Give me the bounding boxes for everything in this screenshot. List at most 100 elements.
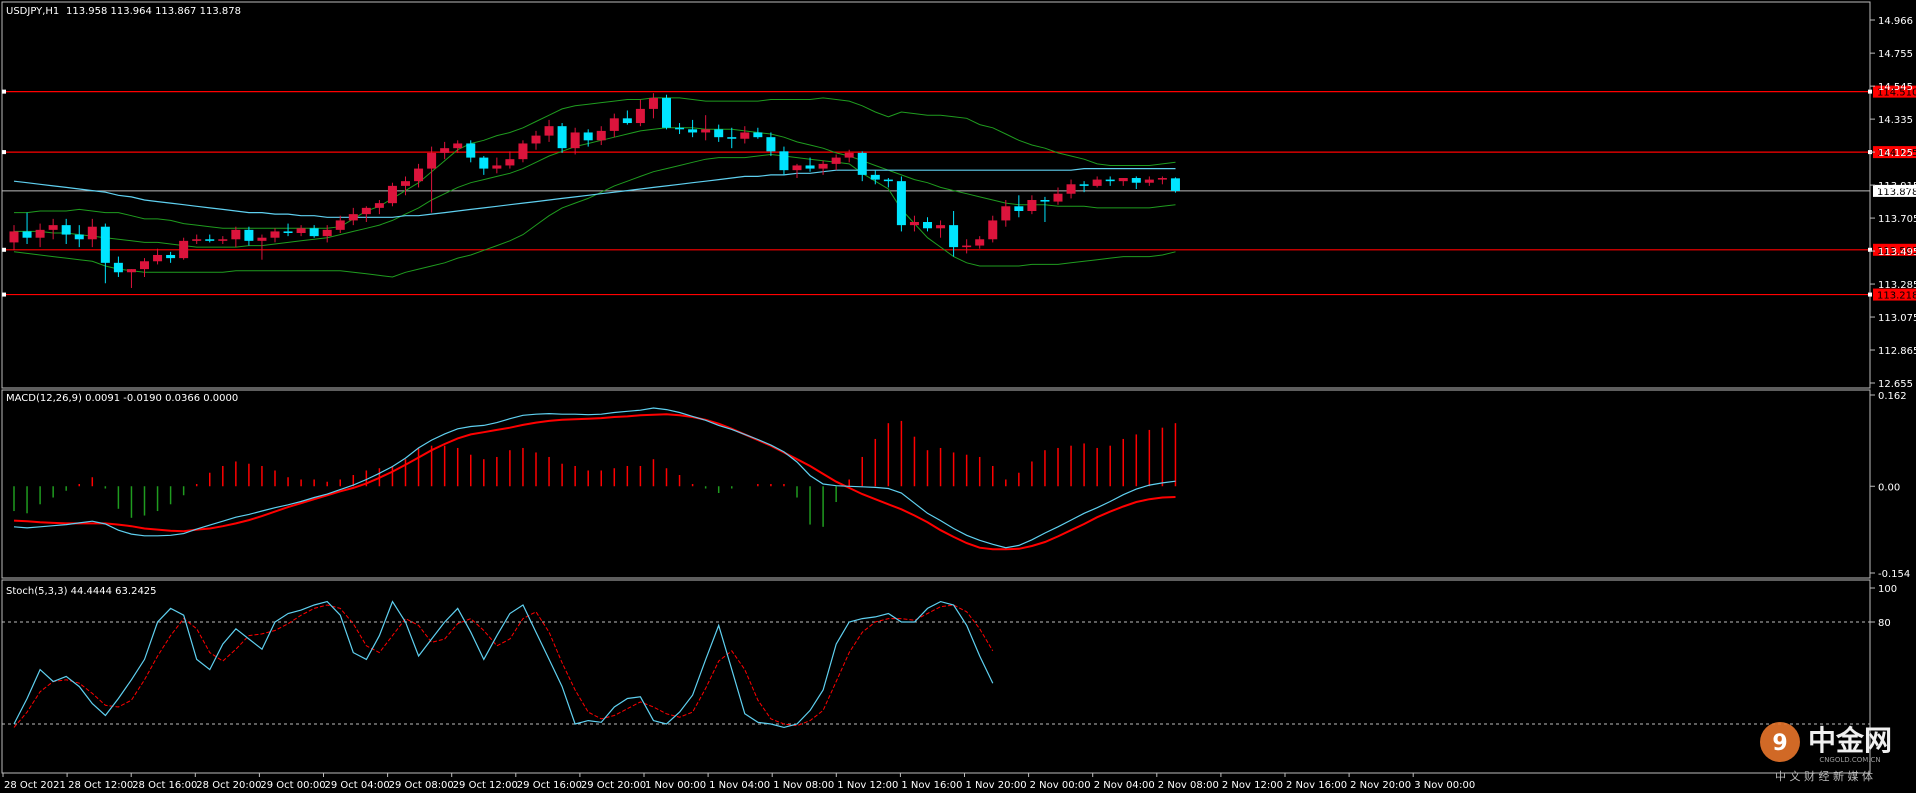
x-tick-label: 28 Oct 20:00 <box>196 780 261 791</box>
level-handle <box>2 247 6 252</box>
candle-body <box>596 130 606 141</box>
candle-body <box>283 231 293 233</box>
candle-body <box>1066 184 1076 194</box>
candle-body <box>622 118 632 124</box>
stoch-tick-label: 100 <box>1878 584 1897 595</box>
candle-body <box>179 240 189 259</box>
candle-body <box>1027 200 1037 212</box>
level-price-label: 113.218 <box>1877 291 1916 302</box>
level-handle <box>1868 292 1872 297</box>
candle-body <box>609 118 619 131</box>
candle-body <box>244 229 254 241</box>
watermark-sub: 中 文 财 经 新 媒 体 <box>1775 769 1873 783</box>
x-tick-label: 1 Nov 00:00 <box>645 780 706 791</box>
x-tick-label: 2 Nov 12:00 <box>1222 780 1283 791</box>
candle-body <box>662 97 671 128</box>
candle-body <box>231 229 241 240</box>
candle-body <box>544 126 554 136</box>
candle-body <box>1053 193 1063 202</box>
x-tick-label: 29 Oct 12:00 <box>453 780 518 791</box>
price-tick-label: 14.125 <box>1878 148 1913 159</box>
candle-body <box>844 152 854 158</box>
price-tick-label: 113.075 <box>1878 313 1916 324</box>
candle-body <box>675 127 685 130</box>
macd-tick-label: -0.154 <box>1878 569 1910 580</box>
candle-body <box>335 220 345 230</box>
level-handle <box>1868 89 1872 94</box>
candle-body <box>414 168 424 182</box>
candle-body <box>635 108 645 124</box>
candle-body <box>1092 179 1102 186</box>
x-tick-label: 1 Nov 16:00 <box>901 780 962 791</box>
candle-body <box>740 132 750 139</box>
price-tick-label: 14.545 <box>1878 82 1913 93</box>
x-tick-label: 29 Oct 16:00 <box>517 780 582 791</box>
candle-body <box>387 185 397 204</box>
x-tick-label: 1 Nov 12:00 <box>837 780 898 791</box>
candle-body <box>22 231 32 238</box>
candle-body <box>870 174 880 180</box>
x-tick-label: 3 Nov 00:00 <box>1414 780 1475 791</box>
candle-body <box>701 129 711 133</box>
price-tick-label: 12.655 <box>1878 379 1913 390</box>
candle-body <box>166 254 176 259</box>
candle-body <box>909 221 919 226</box>
watermark-logo-glyph: 9 <box>1772 731 1787 756</box>
candle-body <box>35 229 45 238</box>
candle-body <box>1105 179 1115 182</box>
price-tick-label: 112.865 <box>1878 346 1916 357</box>
candle-body <box>453 143 463 149</box>
candle-body <box>322 229 332 237</box>
candle-body <box>648 97 658 109</box>
candle-body <box>766 137 776 152</box>
x-tick-label: 2 Nov 08:00 <box>1158 780 1219 791</box>
level-handle <box>2 89 6 94</box>
x-tick-label: 1 Nov 08:00 <box>773 780 834 791</box>
macd-tick-label: 0.00 <box>1878 482 1900 493</box>
candle-body <box>1040 200 1050 202</box>
candle-body <box>505 159 515 166</box>
x-tick-label: 29 Oct 04:00 <box>325 780 390 791</box>
x-tick-label: 2 Nov 16:00 <box>1286 780 1347 791</box>
candle-body <box>401 181 410 186</box>
price-tick-label: 14.966 <box>1878 16 1913 27</box>
macd-title: MACD(12,26,9) 0.0091 -0.0190 0.0366 0.00… <box>6 393 238 404</box>
candle-body <box>714 129 724 138</box>
candle-body <box>779 151 789 171</box>
level-handle <box>2 150 6 155</box>
price-tick-label: 113.285 <box>1878 280 1916 291</box>
candle-body <box>1001 206 1011 221</box>
x-tick-label: 29 Oct 00:00 <box>260 780 325 791</box>
candle-body <box>140 261 149 270</box>
price-tick-label: 113.495 <box>1878 247 1916 258</box>
candle-body <box>688 129 698 133</box>
candle-body <box>753 132 763 138</box>
candle-body <box>831 157 841 164</box>
candle-body <box>440 148 450 153</box>
candle-body <box>218 239 228 241</box>
chart-background <box>0 0 1916 793</box>
candle-body <box>61 225 71 235</box>
candle-body <box>557 126 567 149</box>
candle-body <box>374 203 384 208</box>
candle-body <box>192 239 202 241</box>
candle-body <box>113 262 123 273</box>
candle-body <box>857 152 867 175</box>
x-tick-label: 1 Nov 20:00 <box>966 780 1027 791</box>
candle-body <box>296 228 306 233</box>
candle-body <box>923 221 932 229</box>
candle-body <box>309 228 319 237</box>
x-tick-label: 29 Oct 08:00 <box>389 780 454 791</box>
candle-body <box>257 237 267 241</box>
x-tick-label: 1 Nov 04:00 <box>709 780 770 791</box>
candle-body <box>100 226 110 263</box>
candle-body <box>896 181 906 226</box>
price-tick-label: 14.755 <box>1878 49 1913 60</box>
x-tick-label: 29 Oct 20:00 <box>581 780 646 791</box>
candle-body <box>1170 178 1180 191</box>
candle-body <box>1131 178 1141 183</box>
candle-body <box>270 231 280 238</box>
candle-body <box>570 132 580 149</box>
candle-body <box>48 225 58 230</box>
candle-body <box>348 214 358 221</box>
